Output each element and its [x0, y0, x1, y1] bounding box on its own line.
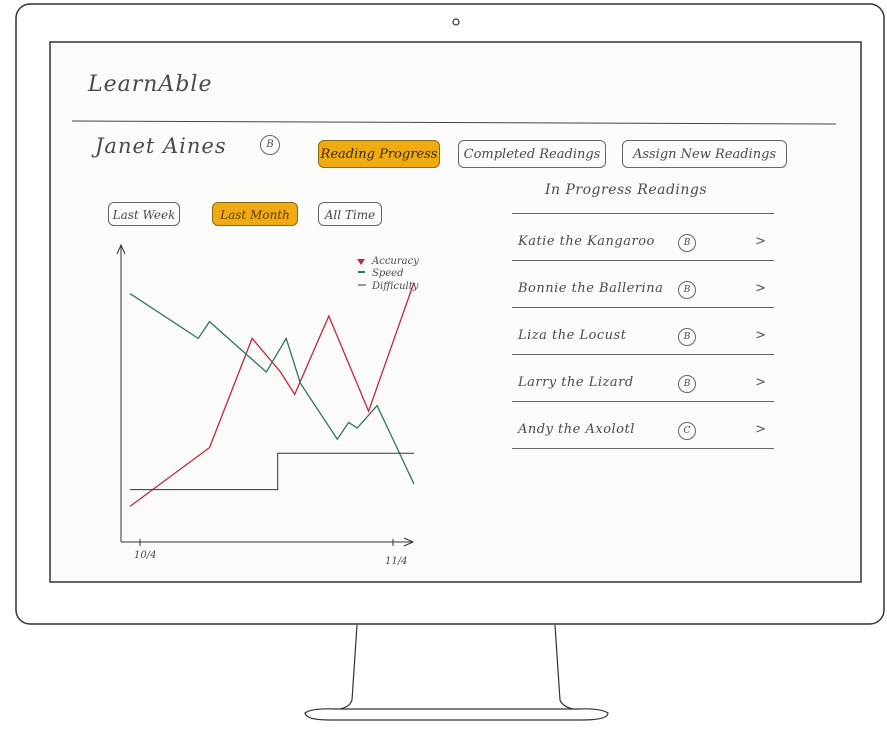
- chevron-right-icon[interactable]: >: [755, 375, 766, 390]
- series-layer: [129, 282, 415, 507]
- reading-level-badge: B: [678, 281, 696, 299]
- list-item[interactable]: Larry the Lizard B >: [512, 354, 774, 401]
- chevron-right-icon[interactable]: >: [755, 234, 766, 249]
- in-progress-heading: In Progress Readings: [545, 182, 708, 198]
- legend-difficulty-label: Difficulty: [371, 281, 419, 292]
- reading-level-badge: C: [678, 422, 696, 440]
- chevron-right-icon[interactable]: >: [755, 328, 766, 343]
- chart-axes: [116, 243, 415, 547]
- series-line-accuracy: [129, 282, 415, 507]
- x-tick-label-start: 10/4: [134, 550, 156, 561]
- reading-level-badge: B: [678, 234, 696, 252]
- list-item[interactable]: Andy the Axolotl C >: [512, 401, 774, 449]
- legend-speed-label: Speed: [372, 268, 404, 279]
- chevron-right-icon[interactable]: >: [755, 422, 766, 437]
- reading-title: Andy the Axolotl: [518, 422, 635, 437]
- legend-accuracy-swatch: [357, 259, 365, 265]
- reading-title: Katie the Kangaroo: [518, 234, 655, 249]
- x-tick-label-end: 11/4: [385, 556, 407, 567]
- chevron-right-icon[interactable]: >: [755, 281, 766, 296]
- reading-title: Bonnie the Ballerina: [518, 281, 664, 296]
- series-line-speed: [129, 293, 415, 485]
- in-progress-list: Katie the Kangaroo B > Bonnie the Baller…: [512, 213, 774, 449]
- list-item[interactable]: Liza the Locust B >: [512, 307, 774, 354]
- series-line-difficulty: [130, 452, 414, 491]
- chart-legend: Accuracy Speed Difficulty: [357, 256, 419, 292]
- reading-title: Larry the Lizard: [518, 375, 634, 390]
- reading-title: Liza the Locust: [518, 328, 627, 343]
- list-item[interactable]: Bonnie the Ballerina B >: [512, 260, 774, 307]
- list-item[interactable]: Katie the Kangaroo B >: [512, 213, 774, 260]
- reading-level-badge: B: [678, 375, 696, 393]
- legend-accuracy-label: Accuracy: [371, 256, 419, 267]
- reading-level-badge: B: [678, 328, 696, 346]
